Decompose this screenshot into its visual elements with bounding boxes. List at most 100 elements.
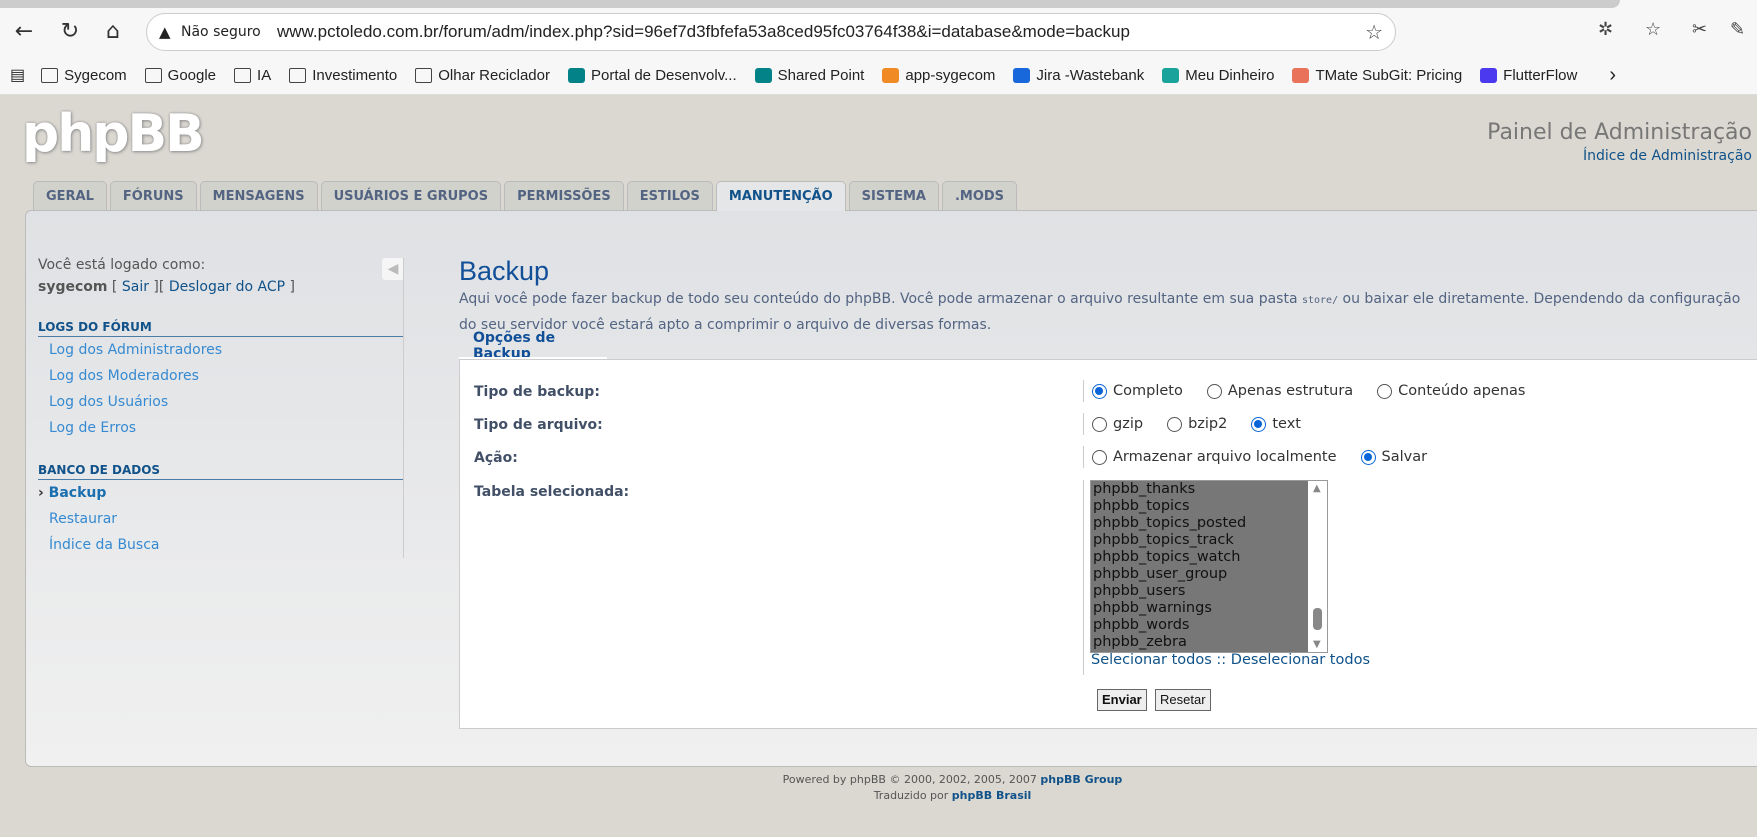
radio-action[interactable]: Salvar — [1360, 449, 1427, 465]
radio-button[interactable] — [1092, 416, 1107, 432]
tab-usu-rios-e-grupos[interactable]: USUÁRIOS E GRUPOS — [320, 181, 502, 210]
deselect-all-link[interactable]: Deselecionar todos — [1231, 652, 1370, 668]
bookmarks-bar: ▤ Sygecom Google IA Investimento Olhar Recic… — [10, 62, 1616, 88]
url-text[interactable]: www.pctoledo.com.br/forum/adm/index.php?… — [277, 22, 1130, 42]
radio-file-type[interactable]: text — [1251, 416, 1301, 432]
home-icon[interactable]: ⌂ — [97, 16, 129, 48]
radio-file-type[interactable]: bzip2 — [1167, 416, 1227, 432]
bookmark-label: Sygecom — [64, 66, 127, 84]
table-option[interactable]: phpbb_thanks — [1091, 481, 1327, 498]
bookmark-shared-point[interactable]: Shared Point — [754, 67, 864, 84]
sidebar-item[interactable]: Índice da Busca — [38, 532, 404, 558]
bookmark-jira-wastebank[interactable]: Jira -Wastebank — [1013, 67, 1144, 84]
table-option[interactable]: phpbb_topics_track — [1091, 532, 1327, 549]
tab-geral[interactable]: GERAL — [33, 181, 107, 210]
jira-icon — [1013, 67, 1031, 83]
table-option[interactable]: phpbb_words — [1091, 617, 1327, 634]
security-label[interactable]: Não seguro — [181, 24, 261, 40]
warning-icon: ▲ — [159, 23, 171, 41]
link-separator: :: — [1211, 652, 1231, 668]
radio-backup-type[interactable]: Completo — [1092, 383, 1183, 399]
sidebar-section-title: LOGS DO FÓRUM — [38, 320, 404, 337]
sidebar-divider — [403, 258, 404, 558]
tab-permiss-es[interactable]: PERMISSÕES — [504, 181, 624, 210]
sidebar-item[interactable]: Log de Erros — [38, 415, 404, 441]
logout-link[interactable]: Sair — [122, 279, 149, 295]
bookmark-label: Olhar Reciclador — [438, 66, 550, 84]
tab-strip — [0, 0, 1620, 8]
table-option[interactable]: phpbb_user_group — [1091, 566, 1327, 583]
radio-button[interactable] — [1167, 416, 1183, 432]
phpbb-logo[interactable]: phpBB — [22, 104, 205, 164]
sidebar-item[interactable]: Log dos Moderadores — [38, 363, 404, 389]
sidebar-item[interactable]: › Backup — [38, 480, 404, 506]
phpbb-brasil-link[interactable]: phpBB Brasil — [952, 789, 1032, 802]
sharepoint-icon — [754, 67, 772, 83]
table-option[interactable]: phpbb_zebra — [1091, 634, 1327, 651]
screenshot-icon[interactable]: ✂ — [1692, 19, 1707, 40]
scrollbar[interactable]: ▲ ▼ — [1308, 481, 1327, 652]
table-option[interactable]: phpbb_topics_posted — [1091, 515, 1327, 532]
phpbb-group-link[interactable]: phpBB Group — [1040, 773, 1122, 786]
tab-mensagens[interactable]: MENSAGENS — [199, 181, 318, 210]
acp-logout-link[interactable]: Deslogar do ACP — [169, 279, 285, 295]
bookmark-meu-dinheiro[interactable]: Meu Dinheiro — [1162, 67, 1274, 84]
bookmark-portal-de-desenvolv-[interactable]: Portal de Desenvolv... — [567, 67, 737, 84]
collections-icon[interactable]: ▤ — [10, 65, 25, 85]
bookmark-google[interactable]: Google — [144, 66, 217, 84]
table-option[interactable]: phpbb_users — [1091, 583, 1327, 600]
tab--mods[interactable]: .MODS — [941, 181, 1018, 210]
radio-label: Armazenar arquivo localmente — [1113, 449, 1337, 465]
more-bookmarks-icon[interactable]: › — [1609, 64, 1616, 87]
radio-backup-type[interactable]: Apenas estrutura — [1206, 383, 1353, 399]
sidebar-item-label: Log dos Usuários — [49, 394, 169, 410]
address-bar[interactable]: ▲ Não seguro www.pctoledo.com.br/forum/a… — [146, 13, 1396, 51]
table-option[interactable]: phpbb_topics — [1091, 498, 1327, 515]
radio-action[interactable]: Armazenar arquivo localmente — [1092, 449, 1337, 465]
bookmark-label: Google — [167, 66, 217, 84]
scroll-down-icon[interactable]: ▼ — [1313, 639, 1321, 650]
bookmark-label: TMate SubGit: Pricing — [1315, 66, 1463, 84]
favorite-star-icon[interactable]: ☆ — [1365, 20, 1383, 44]
footer-powered: Powered by phpBB © 2000, 2002, 2005, 200… — [782, 773, 1123, 786]
sidebar-item[interactable]: Restaurar — [38, 506, 404, 532]
select-all-link[interactable]: Selecionar todos — [1091, 652, 1212, 668]
table-option[interactable]: phpbb_topics_watch — [1091, 549, 1327, 566]
back-icon[interactable]: ← — [8, 16, 40, 48]
collapse-sidebar-icon[interactable]: ◀ — [382, 258, 404, 280]
scroll-thumb[interactable] — [1313, 608, 1322, 630]
sidebar-item[interactable]: Log dos Usuários — [38, 389, 404, 415]
table-option[interactable]: phpbb_warnings — [1091, 600, 1327, 617]
radio-button[interactable] — [1092, 383, 1107, 399]
bookmark-sygecom[interactable]: Sygecom — [41, 67, 127, 84]
field-divider — [1083, 480, 1084, 675]
radio-button[interactable] — [1360, 449, 1376, 465]
bookmark-ia[interactable]: IA — [234, 67, 271, 84]
extensions-icon[interactable]: ✲ — [1598, 19, 1613, 40]
table-select[interactable]: phpbb_thanks phpbb_topics phpbb_topics_pos… — [1090, 480, 1328, 653]
favorites-icon[interactable]: ☆ — [1645, 19, 1661, 40]
admin-index-link[interactable]: Índice de Administração — [1583, 148, 1752, 164]
sidebar-item[interactable]: Log dos Administradores — [38, 337, 404, 363]
scroll-up-icon[interactable]: ▲ — [1313, 483, 1321, 494]
submit-button[interactable]: Enviar — [1097, 689, 1147, 711]
radio-button[interactable] — [1377, 383, 1393, 399]
bookmark-olhar-reciclador[interactable]: Olhar Reciclador — [415, 67, 550, 84]
tab-sistema[interactable]: SISTEMA — [848, 181, 939, 210]
radio-button[interactable] — [1206, 383, 1222, 399]
radio-backup-type[interactable]: Conteúdo apenas — [1377, 383, 1525, 399]
folder-icon — [289, 67, 307, 83]
bookmark-investimento[interactable]: Investimento — [289, 67, 397, 84]
bookmark-flutterflow[interactable]: FlutterFlow — [1480, 67, 1577, 84]
radio-button[interactable] — [1251, 416, 1267, 432]
edit-icon[interactable]: ✎ — [1730, 19, 1745, 40]
tab-manuten-o[interactable]: MANUTENÇÃO — [715, 181, 846, 211]
reset-button[interactable]: Resetar — [1155, 689, 1211, 711]
radio-button[interactable] — [1092, 449, 1107, 465]
tab-estilos[interactable]: ESTILOS — [626, 181, 713, 210]
radio-file-type[interactable]: gzip — [1092, 416, 1143, 432]
reload-icon[interactable]: ↻ — [54, 16, 86, 48]
tab-f-runs[interactable]: FÓRUNS — [109, 181, 197, 210]
bookmark-tmate-subgit-pricing[interactable]: TMate SubGit: Pricing — [1292, 67, 1462, 84]
bookmark-app-sygecom[interactable]: app-sygecom — [882, 67, 995, 84]
